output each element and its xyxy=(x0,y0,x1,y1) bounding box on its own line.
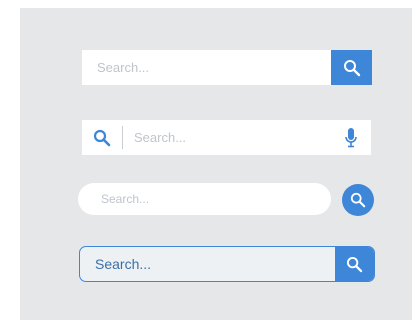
search-button-1[interactable] xyxy=(331,50,372,85)
search-placeholder-1: Search... xyxy=(97,60,150,75)
search-button-4[interactable] xyxy=(335,247,374,281)
search-input-3[interactable]: Search... xyxy=(78,183,331,215)
search-placeholder-2: Search... xyxy=(134,130,187,145)
search-icon[interactable] xyxy=(93,129,111,147)
search-button-3[interactable] xyxy=(342,184,374,216)
search-placeholder-4: Search... xyxy=(95,256,152,272)
search-icon xyxy=(343,59,361,77)
search-placeholder-3: Search... xyxy=(101,192,150,206)
microphone-icon[interactable] xyxy=(344,128,358,148)
search-icon xyxy=(350,192,366,208)
search-input-1[interactable]: Search... xyxy=(82,50,332,85)
search-input-4[interactable]: Search... xyxy=(79,246,375,282)
search-icon xyxy=(346,256,363,273)
search-input-2[interactable]: Search... xyxy=(82,120,371,155)
divider xyxy=(122,126,123,149)
